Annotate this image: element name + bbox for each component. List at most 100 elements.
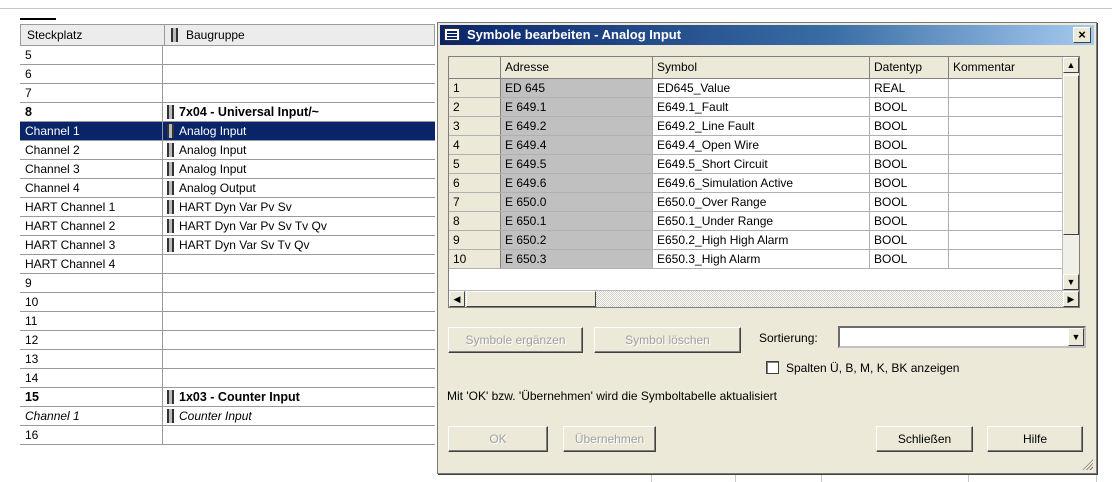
datatype-cell[interactable]: BOOL bbox=[870, 212, 949, 230]
address-cell[interactable]: ED 645 bbox=[501, 79, 653, 97]
slot-row[interactable]: 6 bbox=[20, 65, 435, 84]
address-cell[interactable]: E 650.3 bbox=[501, 250, 653, 268]
slot-row[interactable]: HART Channel 2 HART Dyn Var Pv Sv Tv Qv bbox=[20, 217, 435, 236]
arrow-right-icon[interactable]: ▶ bbox=[1063, 291, 1079, 307]
header-module[interactable]: Baugruppe bbox=[164, 25, 436, 45]
address-cell[interactable]: E 649.5 bbox=[501, 155, 653, 173]
symbol-row[interactable]: 6E 649.6 E649.6_Simulation Active BOOL bbox=[449, 174, 1064, 193]
address-cell[interactable]: E 649.4 bbox=[501, 136, 653, 154]
symbol-cell[interactable]: E650.0_Over Range bbox=[653, 193, 870, 211]
symbol-cell[interactable]: E649.4_Open Wire bbox=[653, 136, 870, 154]
col-symbol[interactable]: Symbol bbox=[653, 57, 870, 78]
datatype-cell[interactable]: BOOL bbox=[870, 98, 949, 116]
comment-cell[interactable] bbox=[949, 79, 1064, 97]
comment-cell[interactable] bbox=[949, 136, 1064, 154]
symbol-row[interactable]: 7E 650.0 E650.0_Over Range BOOL bbox=[449, 193, 1064, 212]
comment-cell[interactable] bbox=[949, 231, 1064, 249]
slot-row[interactable]: HART Channel 1 HART Dyn Var Pv Sv bbox=[20, 198, 435, 217]
symbol-row[interactable]: 8E 650.1 E650.1_Under Range BOOL bbox=[449, 212, 1064, 231]
datatype-cell[interactable]: REAL bbox=[870, 79, 949, 97]
comment-cell[interactable] bbox=[949, 193, 1064, 211]
row-number-cell[interactable]: 4 bbox=[449, 136, 501, 154]
show-columns-label[interactable]: Spalten Ü, B, M, K, BK anzeigen bbox=[786, 361, 959, 375]
slot-row[interactable]: HART Channel 4 bbox=[20, 255, 435, 274]
datatype-cell[interactable]: BOOL bbox=[870, 155, 949, 173]
row-number-cell[interactable]: 7 bbox=[449, 193, 501, 211]
sort-dropdown[interactable]: ▼ bbox=[838, 326, 1086, 348]
horizontal-scroll-thumb[interactable] bbox=[466, 291, 596, 307]
col-num[interactable] bbox=[449, 57, 501, 78]
arrow-left-icon[interactable]: ◀ bbox=[449, 291, 465, 307]
horizontal-scrollbar[interactable]: ◀ ▶ bbox=[449, 290, 1079, 307]
datatype-cell[interactable]: BOOL bbox=[870, 231, 949, 249]
address-cell[interactable]: E 649.2 bbox=[501, 117, 653, 135]
symbol-row[interactable]: 10 E 650.3 E650.3_High Alarm BOOL bbox=[449, 250, 1064, 269]
symbol-row[interactable]: 5E 649.5 E649.5_Short Circuit BOOL bbox=[449, 155, 1064, 174]
resize-grip-icon[interactable] bbox=[1081, 458, 1093, 470]
datatype-cell[interactable]: BOOL bbox=[870, 117, 949, 135]
arrow-up-icon[interactable]: ▲ bbox=[1063, 57, 1079, 73]
chevron-down-icon[interactable]: ▼ bbox=[1068, 328, 1084, 346]
row-number-cell[interactable]: 10 bbox=[449, 250, 501, 268]
slot-row[interactable]: 16 bbox=[20, 426, 435, 445]
symbol-cell[interactable]: E650.3_High Alarm bbox=[653, 250, 870, 268]
help-button[interactable]: Hilfe bbox=[987, 426, 1083, 452]
comment-cell[interactable] bbox=[949, 174, 1064, 192]
slot-row[interactable]: 12 bbox=[20, 331, 435, 350]
symbol-cell[interactable]: E649.5_Short Circuit bbox=[653, 155, 870, 173]
symbol-cell[interactable]: E650.2_High High Alarm bbox=[653, 231, 870, 249]
vertical-scrollbar[interactable]: ▲ ▼ bbox=[1062, 57, 1079, 290]
datatype-cell[interactable]: BOOL bbox=[870, 193, 949, 211]
slot-row[interactable]: 10 bbox=[20, 293, 435, 312]
col-comment[interactable]: Kommentar bbox=[949, 57, 1064, 78]
slot-row[interactable]: 5 bbox=[20, 46, 435, 65]
comment-cell[interactable] bbox=[949, 155, 1064, 173]
symbol-cell[interactable]: E650.1_Under Range bbox=[653, 212, 870, 230]
slot-row[interactable]: 11 bbox=[20, 312, 435, 331]
dialog-titlebar[interactable]: Symbole bearbeiten - Analog Input × bbox=[440, 25, 1094, 45]
delete-symbol-button[interactable]: Symbol löschen bbox=[594, 327, 741, 353]
row-number-cell[interactable]: 9 bbox=[449, 231, 501, 249]
slot-row[interactable]: 9 bbox=[20, 274, 435, 293]
row-number-cell[interactable]: 8 bbox=[449, 212, 501, 230]
comment-cell[interactable] bbox=[949, 212, 1064, 230]
vertical-scroll-thumb[interactable] bbox=[1063, 75, 1079, 235]
show-columns-checkbox[interactable] bbox=[766, 361, 779, 374]
slot-row[interactable]: Channel 2 Analog Input bbox=[20, 141, 435, 160]
symbol-row[interactable]: 9E 650.2 E650.2_High High Alarm BOOL bbox=[449, 231, 1064, 250]
apply-button[interactable]: Übernehmen bbox=[563, 426, 656, 452]
col-datatype[interactable]: Datentyp bbox=[870, 57, 949, 78]
symbol-row[interactable]: 3E 649.2 E649.2_Line Fault BOOL bbox=[449, 117, 1064, 136]
slot-row[interactable]: 8 7x04 - Universal Input/~ bbox=[20, 103, 435, 122]
arrow-down-icon[interactable]: ▼ bbox=[1063, 274, 1079, 290]
row-number-cell[interactable]: 3 bbox=[449, 117, 501, 135]
slot-row[interactable]: 14 bbox=[20, 369, 435, 388]
slot-row[interactable]: Channel 3 Analog Input bbox=[20, 160, 435, 179]
slot-row[interactable]: Channel 1 Analog Input bbox=[20, 122, 435, 141]
symbol-cell[interactable]: E649.2_Line Fault bbox=[653, 117, 870, 135]
comment-cell[interactable] bbox=[949, 250, 1064, 268]
slot-row[interactable]: 13 bbox=[20, 350, 435, 369]
comment-cell[interactable] bbox=[949, 117, 1064, 135]
row-number-cell[interactable]: 6 bbox=[449, 174, 501, 192]
symbol-cell[interactable]: E649.6_Simulation Active bbox=[653, 174, 870, 192]
add-symbols-button[interactable]: Symbole ergänzen bbox=[448, 327, 583, 353]
slot-row[interactable]: HART Channel 3 HART Dyn Var Sv Tv Qv bbox=[20, 236, 435, 255]
close-button[interactable]: Schließen bbox=[876, 426, 973, 452]
symbol-cell[interactable]: ED645_Value bbox=[653, 79, 870, 97]
address-cell[interactable]: E 650.0 bbox=[501, 193, 653, 211]
symbol-row[interactable]: 2E 649.1 E649.1_Fault BOOL bbox=[449, 98, 1064, 117]
slot-row[interactable]: Channel 4 Analog Output bbox=[20, 179, 435, 198]
datatype-cell[interactable]: BOOL bbox=[870, 174, 949, 192]
row-number-cell[interactable]: 5 bbox=[449, 155, 501, 173]
symbol-cell[interactable]: E649.1_Fault bbox=[653, 98, 870, 116]
col-address[interactable]: Adresse bbox=[501, 57, 653, 78]
close-icon[interactable]: × bbox=[1073, 27, 1091, 43]
datatype-cell[interactable]: BOOL bbox=[870, 250, 949, 268]
row-number-cell[interactable]: 1 bbox=[449, 79, 501, 97]
slot-row[interactable]: Channel 1 Counter Input bbox=[20, 407, 435, 426]
row-number-cell[interactable]: 2 bbox=[449, 98, 501, 116]
header-slot[interactable]: Steckplatz bbox=[21, 25, 82, 45]
datatype-cell[interactable]: BOOL bbox=[870, 136, 949, 154]
ok-button[interactable]: OK bbox=[448, 426, 548, 452]
